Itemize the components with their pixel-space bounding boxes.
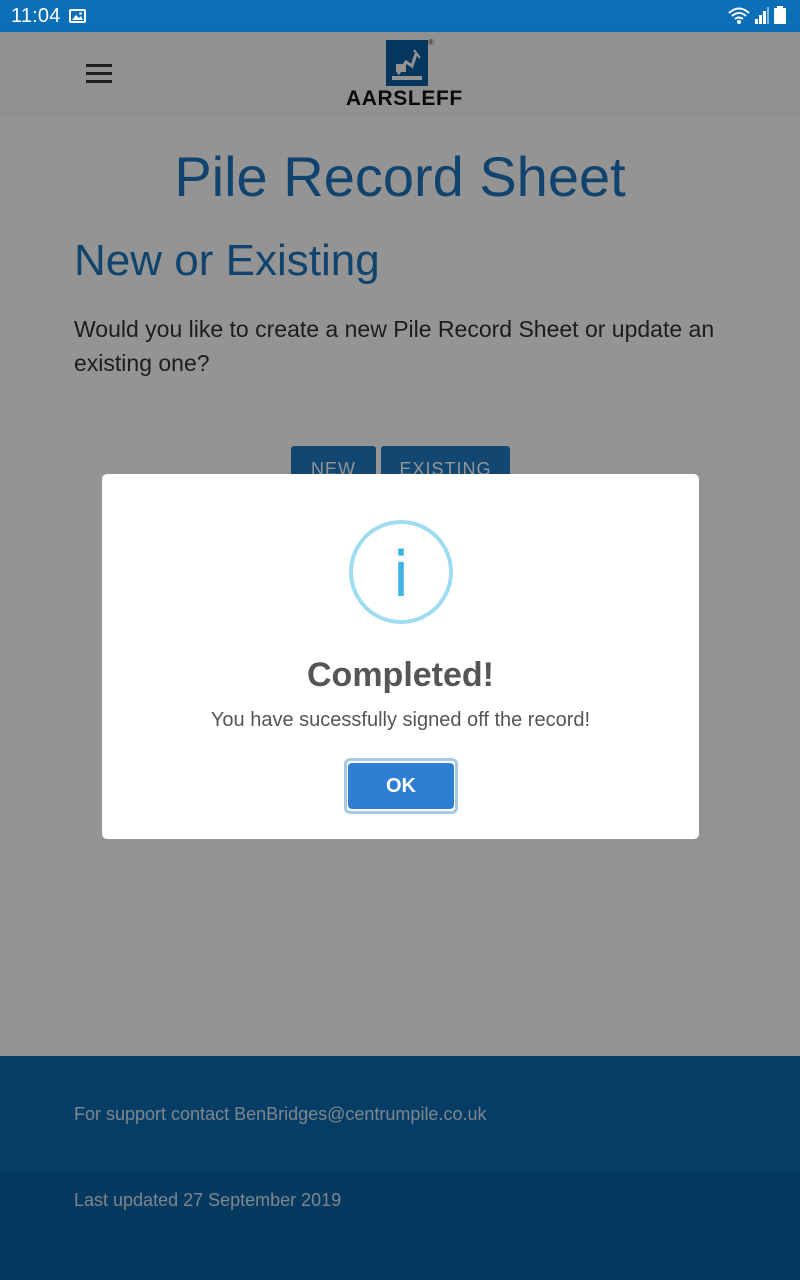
battery-icon: [774, 6, 786, 24]
info-glyph: i: [392, 538, 410, 611]
modal-backdrop-top: [0, 32, 800, 118]
gallery-icon: [69, 9, 86, 23]
status-time: 11:04: [11, 5, 61, 27]
dialog-message: You have sucessfully signed off the reco…: [210, 709, 591, 731]
status-icons: [728, 6, 790, 26]
status-bar: 11:04: [0, 0, 800, 32]
dialog-title: Completed!: [307, 656, 494, 694]
signal-icon: [755, 7, 769, 24]
info-icon: i: [349, 520, 453, 624]
wifi-icon: [728, 7, 750, 24]
completed-dialog: i Completed! You have sucessfully signed…: [102, 474, 699, 839]
ok-button[interactable]: OK: [348, 763, 454, 809]
